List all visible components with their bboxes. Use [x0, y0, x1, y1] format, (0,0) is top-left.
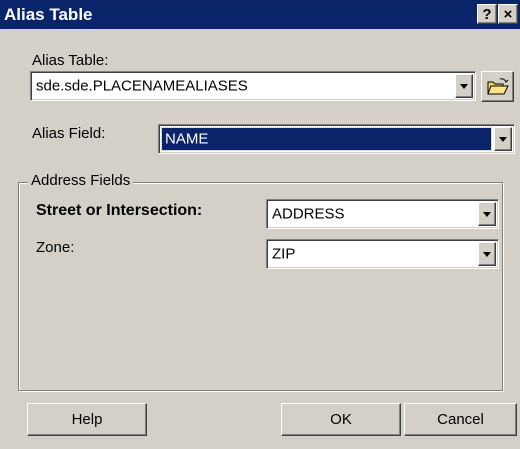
- chevron-down-icon: [499, 136, 507, 142]
- alias-field-label: Alias Field:: [32, 125, 106, 142]
- alias-table-value: sde.sde.PLACENAMEALIASES: [36, 77, 248, 95]
- zone-combobox[interactable]: ZIP: [266, 239, 499, 269]
- ok-button[interactable]: OK: [281, 403, 401, 436]
- help-question-button[interactable]: ?: [477, 4, 497, 24]
- help-button[interactable]: Help: [27, 403, 147, 436]
- close-button[interactable]: ×: [498, 4, 518, 24]
- chevron-down-icon: [460, 83, 468, 89]
- open-folder-icon: [486, 77, 509, 94]
- help-button-label: Help: [71, 411, 103, 428]
- question-icon: ?: [482, 5, 492, 23]
- street-value: ADDRESS: [272, 205, 345, 223]
- alias-table-label: Alias Table:: [32, 52, 109, 69]
- street-combobox[interactable]: ADDRESS: [266, 199, 499, 229]
- alias-table-combobox[interactable]: sde.sde.PLACENAMEALIASES: [30, 71, 476, 101]
- zone-label: Zone:: [36, 239, 75, 256]
- alias-table-dropdown-button[interactable]: [455, 74, 473, 98]
- street-label: Street or Intersection:: [36, 202, 203, 219]
- alias-field-dropdown-button[interactable]: [494, 127, 512, 151]
- chevron-down-icon: [483, 211, 491, 217]
- cancel-button-label: Cancel: [437, 411, 484, 428]
- address-fields-legend: Address Fields: [28, 172, 134, 189]
- cancel-button[interactable]: Cancel: [404, 403, 517, 436]
- zone-value: ZIP: [272, 245, 296, 263]
- zone-dropdown-button[interactable]: [478, 242, 496, 266]
- ok-button-label: OK: [330, 411, 352, 428]
- close-icon: ×: [503, 5, 513, 23]
- window-title: Alias Table: [4, 5, 93, 24]
- alias-field-value: NAME: [165, 130, 209, 148]
- chevron-down-icon: [483, 251, 491, 257]
- alias-field-combobox[interactable]: NAME: [158, 124, 515, 154]
- alias-field-selected: NAME: [161, 127, 492, 151]
- street-dropdown-button[interactable]: [478, 202, 496, 226]
- browse-alias-table-button[interactable]: [481, 71, 514, 102]
- title-bar[interactable]: Alias Table ? ×: [0, 0, 520, 29]
